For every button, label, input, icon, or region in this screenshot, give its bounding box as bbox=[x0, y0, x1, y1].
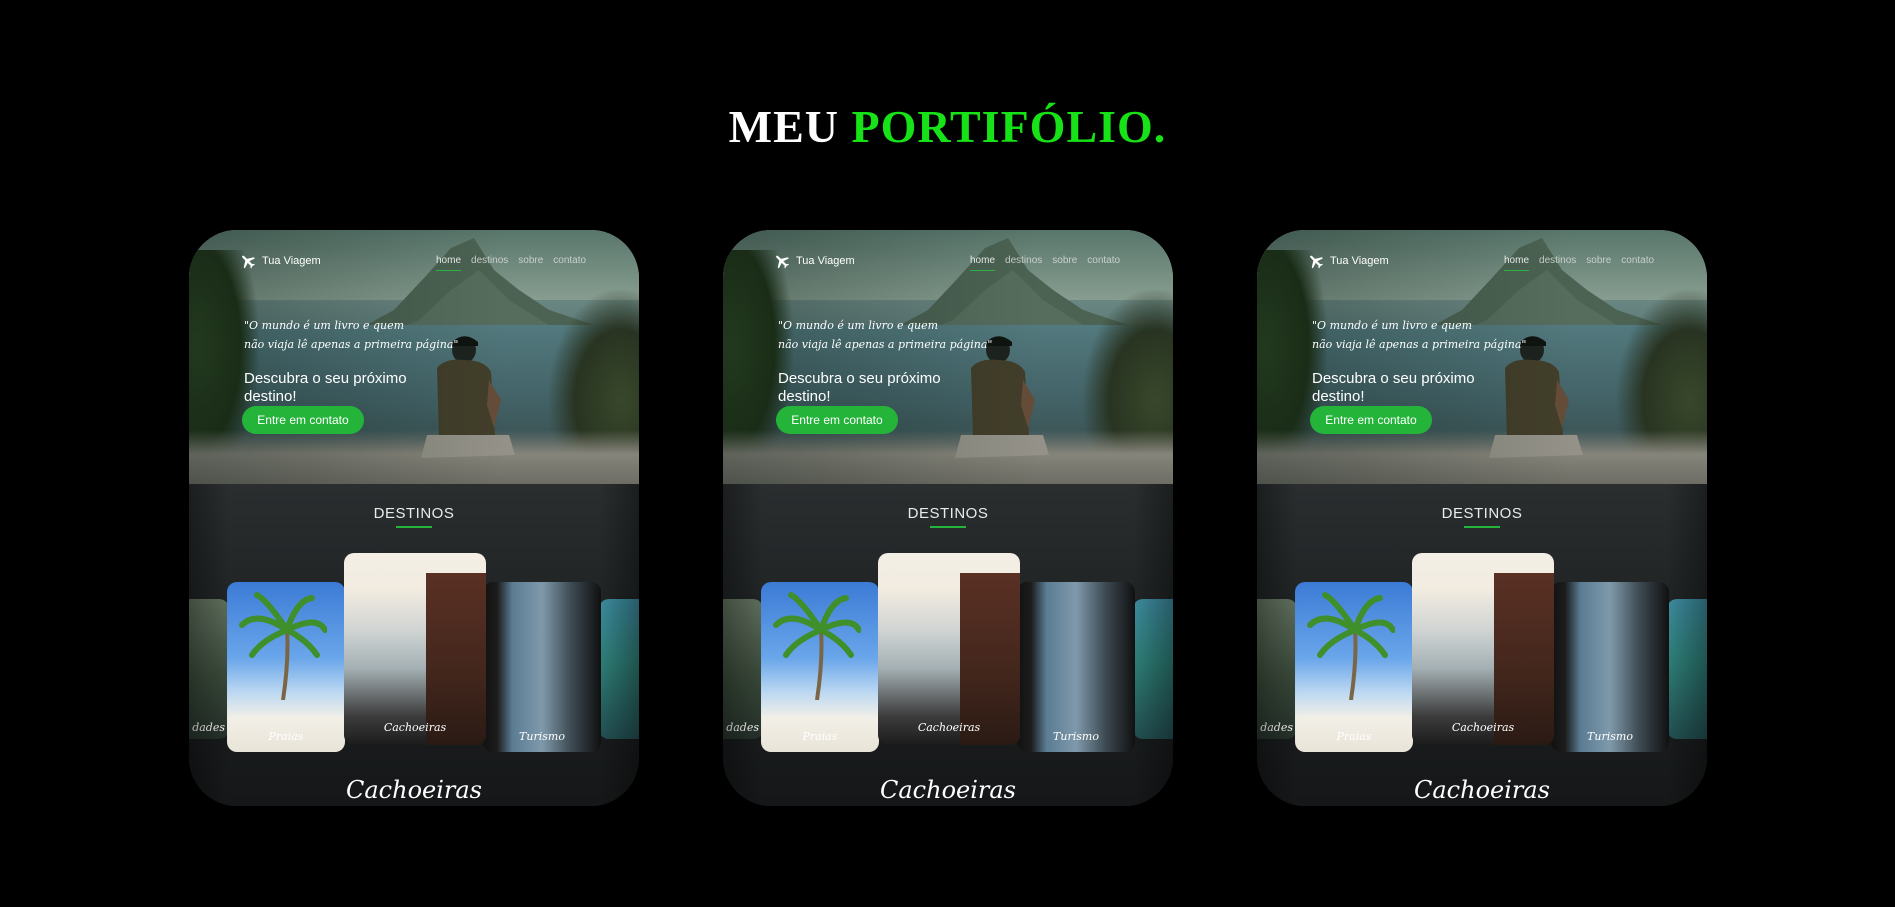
nav-sobre[interactable]: sobre bbox=[518, 252, 543, 271]
destinos-section: DESTINOS dades Ilh Praias Turismo Cachoe bbox=[189, 484, 639, 806]
carousel-tile-praias[interactable]: Praias bbox=[761, 582, 879, 752]
carousel-tile-praias[interactable]: Praias bbox=[1295, 582, 1413, 752]
carousel-tile-turismo[interactable]: Turismo bbox=[1017, 582, 1135, 752]
main-nav: home destinos sobre contato bbox=[970, 252, 1120, 271]
carousel-tile-cachoeiras[interactable]: Cachoeiras bbox=[344, 553, 486, 745]
hero-section: Tua Viagem home destinos sobre contato "… bbox=[189, 230, 639, 484]
carousel-tile-turismo[interactable]: Turismo bbox=[1551, 582, 1669, 752]
airplane-icon bbox=[1310, 255, 1323, 269]
cliff-image bbox=[1494, 573, 1554, 745]
nav-home[interactable]: home bbox=[970, 252, 996, 271]
logo-text: Tua Viagem bbox=[262, 255, 321, 267]
nav-destinos[interactable]: destinos bbox=[471, 252, 508, 271]
nav-destinos[interactable]: destinos bbox=[1539, 252, 1576, 271]
hero-headline: Descubra o seu próximo destino! bbox=[778, 370, 941, 405]
logo-text: Tua Viagem bbox=[1330, 255, 1389, 267]
section-title: DESTINOS bbox=[1441, 505, 1523, 522]
carousel-caption: Cachoeiras bbox=[346, 776, 482, 804]
site-logo[interactable]: Tua Viagem bbox=[239, 252, 321, 270]
destinos-section: DESTINOS dades Ilh Praias Turismo Cachoe bbox=[723, 484, 1173, 806]
carousel-caption: Cachoeiras bbox=[1414, 776, 1550, 804]
portfolio-card-2[interactable]: Tua Viagem home destinos sobre contato "… bbox=[723, 230, 1173, 806]
nav-home[interactable]: home bbox=[1504, 252, 1530, 271]
section-title-underline bbox=[930, 526, 966, 528]
main-nav: home destinos sobre contato bbox=[436, 252, 586, 271]
nav-destinos[interactable]: destinos bbox=[1005, 252, 1042, 271]
site-logo[interactable]: Tua Viagem bbox=[773, 252, 855, 270]
hero-quote: "O mundo é um livro e quem não viaja lê … bbox=[244, 319, 459, 351]
carousel-tile-cachoeiras[interactable]: Cachoeiras bbox=[1412, 553, 1554, 745]
hero-quote: "O mundo é um livro e quem não viaja lê … bbox=[1312, 319, 1527, 351]
section-title-underline bbox=[396, 526, 432, 528]
main-nav: home destinos sobre contato bbox=[1504, 252, 1654, 271]
carousel-tile-praias[interactable]: Praias bbox=[227, 582, 345, 752]
portfolio-card-1[interactable]: Tua Viagem home destinos sobre contato "… bbox=[189, 230, 639, 806]
cliff-image bbox=[426, 573, 486, 745]
airplane-icon bbox=[242, 255, 255, 269]
hero-section: Tua Viagem home destinos sobre contato "… bbox=[1257, 230, 1707, 484]
carousel-tile-turismo[interactable]: Turismo bbox=[483, 582, 601, 752]
nav-sobre[interactable]: sobre bbox=[1586, 252, 1611, 271]
contact-button[interactable]: Entre em contato bbox=[1310, 406, 1432, 434]
title-part-white: MEU bbox=[728, 101, 839, 152]
hero-quote: "O mundo é um livro e quem não viaja lê … bbox=[778, 319, 993, 351]
nav-contato[interactable]: contato bbox=[553, 252, 586, 271]
hero-section: Tua Viagem home destinos sobre contato "… bbox=[723, 230, 1173, 484]
nav-sobre[interactable]: sobre bbox=[1052, 252, 1077, 271]
portfolio-card-3[interactable]: Tua Viagem home destinos sobre contato "… bbox=[1257, 230, 1707, 806]
nav-contato[interactable]: contato bbox=[1621, 252, 1654, 271]
hero-headline: Descubra o seu próximo destino! bbox=[244, 370, 407, 405]
site-logo[interactable]: Tua Viagem bbox=[1307, 252, 1389, 270]
hero-headline: Descubra o seu próximo destino! bbox=[1312, 370, 1475, 405]
destinos-section: DESTINOS dades Ilh Praias Turismo Cachoe bbox=[1257, 484, 1707, 806]
airplane-icon bbox=[776, 255, 789, 269]
page-title: MEU PORTIFÓLIO. bbox=[0, 98, 1895, 156]
section-title: DESTINOS bbox=[907, 505, 989, 522]
carousel-caption: Cachoeiras bbox=[880, 776, 1016, 804]
nav-contato[interactable]: contato bbox=[1087, 252, 1120, 271]
palm-tree-image bbox=[239, 592, 327, 700]
logo-text: Tua Viagem bbox=[796, 255, 855, 267]
palm-tree-image bbox=[773, 592, 861, 700]
title-part-green: PORTIFÓLIO. bbox=[851, 101, 1167, 152]
contact-button[interactable]: Entre em contato bbox=[776, 406, 898, 434]
palm-tree-image bbox=[1307, 592, 1395, 700]
contact-button[interactable]: Entre em contato bbox=[242, 406, 364, 434]
nav-home[interactable]: home bbox=[436, 252, 462, 271]
section-title-underline bbox=[1464, 526, 1500, 528]
cliff-image bbox=[960, 573, 1020, 745]
section-title: DESTINOS bbox=[373, 505, 455, 522]
carousel-tile-cachoeiras[interactable]: Cachoeiras bbox=[878, 553, 1020, 745]
